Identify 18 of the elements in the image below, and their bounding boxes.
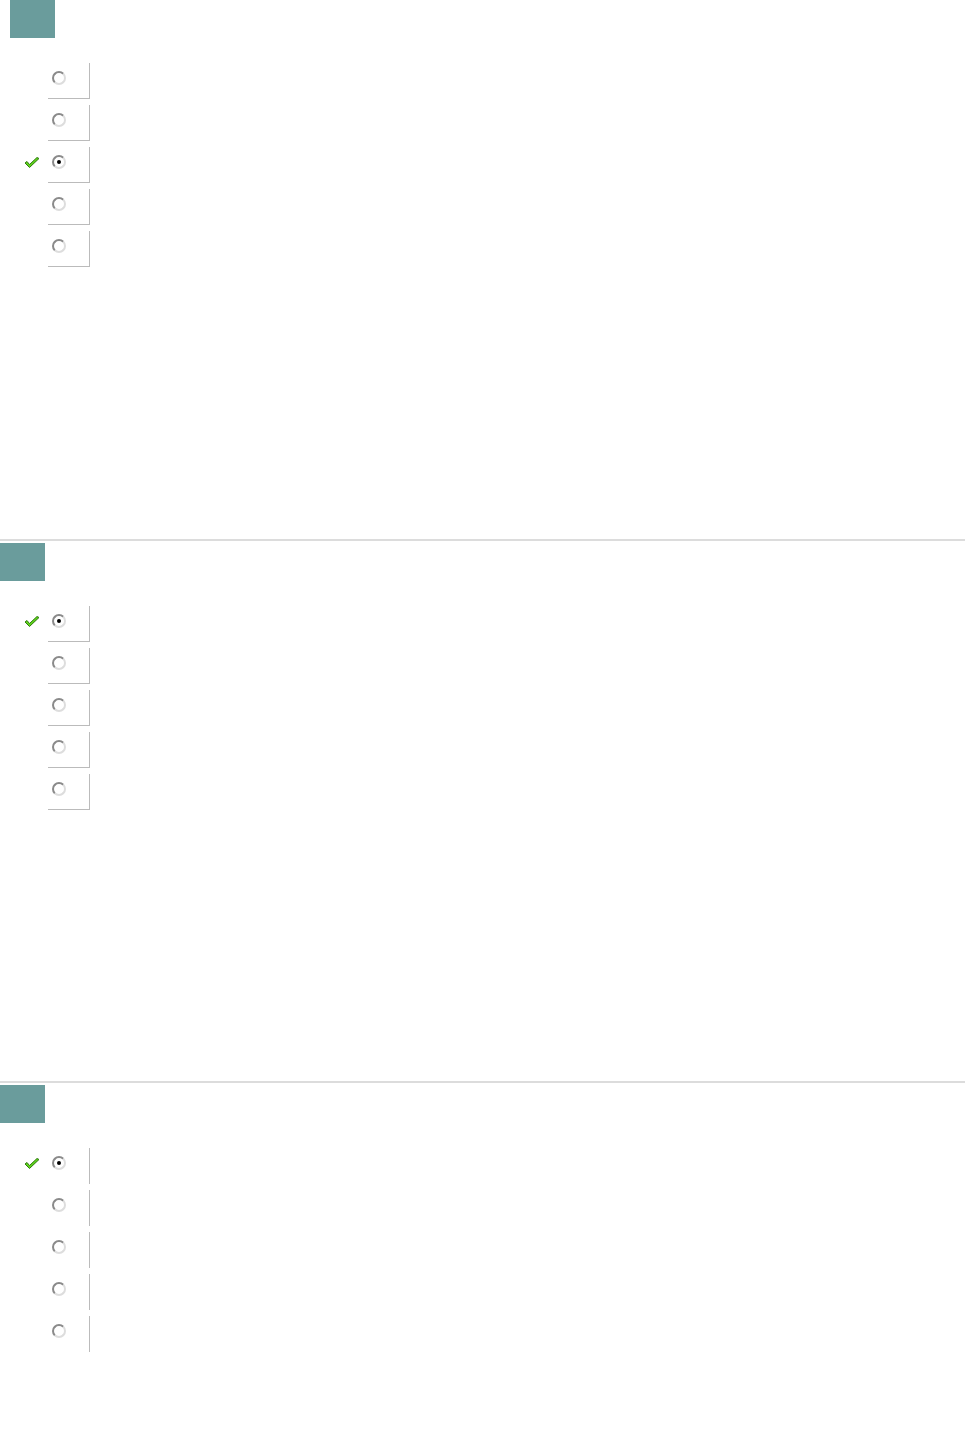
radio-button[interactable] — [52, 782, 66, 796]
radio-button[interactable] — [52, 113, 66, 127]
radio-button[interactable] — [52, 1240, 66, 1254]
radio-button[interactable] — [52, 197, 66, 211]
radio-button[interactable] — [52, 614, 66, 628]
radio-button[interactable] — [52, 155, 66, 169]
radio-button[interactable] — [52, 656, 66, 670]
question-number-block — [0, 543, 45, 581]
radio-button[interactable] — [52, 1156, 66, 1170]
radio-button[interactable] — [52, 740, 66, 754]
radio-button[interactable] — [52, 71, 66, 85]
radio-button[interactable] — [52, 698, 66, 712]
radio-button[interactable] — [52, 1282, 66, 1296]
question-number-block — [10, 0, 55, 38]
radio-button[interactable] — [52, 239, 66, 253]
question-number-block — [0, 1085, 45, 1123]
radio-button[interactable] — [52, 1324, 66, 1338]
radio-button[interactable] — [52, 1198, 66, 1212]
